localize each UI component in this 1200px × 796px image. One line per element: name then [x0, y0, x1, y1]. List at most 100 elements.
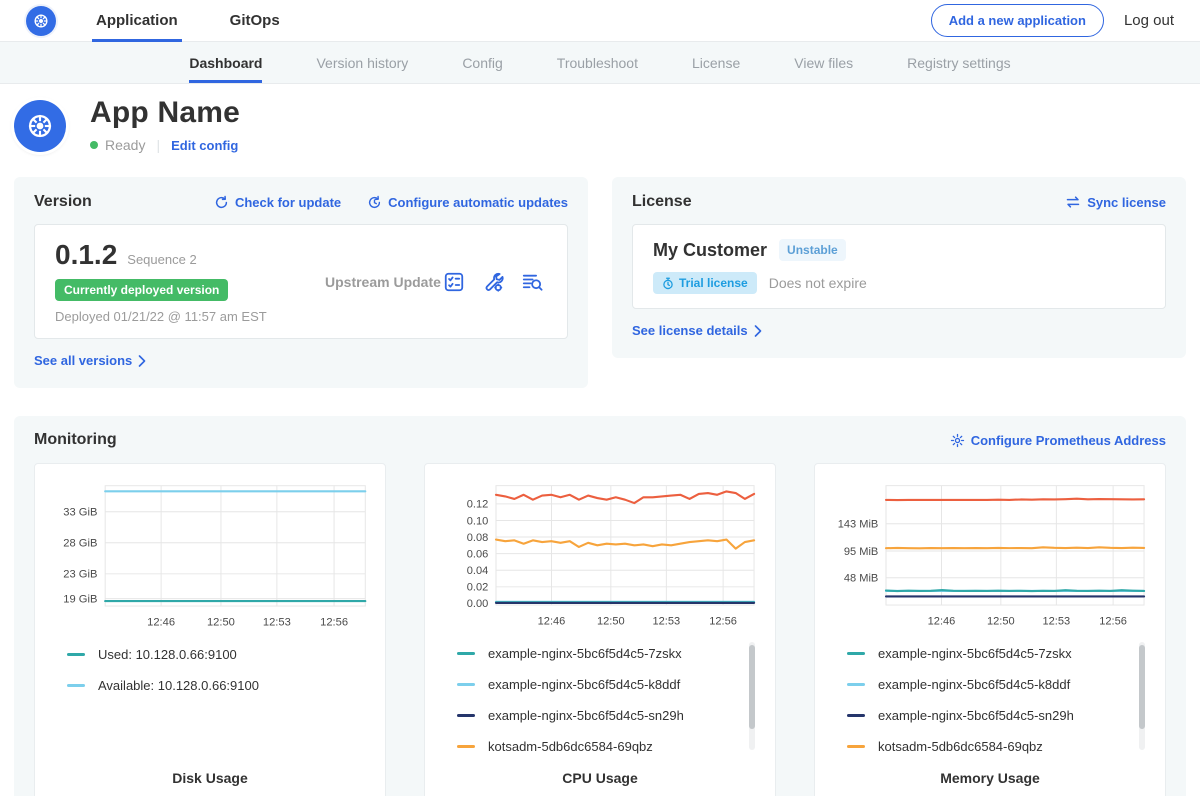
tab-application-label: Application	[96, 12, 178, 29]
svg-text:12:53: 12:53	[652, 615, 680, 627]
legend-label: kotsadm-5db6dc6584-69qbz	[878, 739, 1043, 754]
version-card-title: Version	[34, 193, 92, 211]
version-sequence: Sequence 2	[127, 252, 196, 267]
edit-config-link[interactable]: Edit config	[171, 138, 238, 153]
legend-color-dash	[67, 684, 85, 687]
tab-application[interactable]: Application	[92, 0, 182, 41]
legend-label: example-nginx-5bc6f5d4c5-sn29h	[488, 708, 684, 723]
subtab-license[interactable]: License	[692, 42, 740, 83]
deployed-badge: Currently deployed version	[55, 279, 228, 301]
legend-label: example-nginx-5bc6f5d4c5-7zskx	[878, 646, 1072, 661]
legend-scrollbar-thumb[interactable]	[749, 645, 755, 729]
license-card: License Sync license My Customer Unstabl…	[612, 177, 1186, 358]
legend-color-dash	[847, 683, 865, 686]
chevron-right-icon	[138, 355, 146, 367]
legend-color-dash	[457, 652, 475, 655]
license-card-title: License	[632, 193, 692, 211]
legend-scrollbar[interactable]	[1139, 642, 1145, 750]
svg-text:95 MiB: 95 MiB	[844, 546, 878, 558]
subtab-config[interactable]: Config	[462, 42, 502, 83]
chart-legend-memory-usage: example-nginx-5bc6f5d4c5-7zskx example-ng…	[847, 646, 1155, 770]
check-for-update-link[interactable]: Check for update	[214, 195, 341, 210]
configure-prometheus-link[interactable]: Configure Prometheus Address	[950, 433, 1166, 448]
logout-link[interactable]: Log out	[1124, 12, 1174, 29]
config-wrench-icon[interactable]	[482, 271, 504, 293]
svg-text:0.00: 0.00	[467, 598, 489, 610]
legend-color-dash	[457, 745, 475, 748]
legend-label: kotsadm-5db6dc6584-69qbz	[488, 739, 653, 754]
subtab-registry-settings[interactable]: Registry settings	[907, 42, 1010, 83]
subtab-dashboard[interactable]: Dashboard	[189, 42, 262, 83]
chart-plot-memory-usage: 143 MiB95 MiB48 MiB12:4612:5012:5312:56	[825, 476, 1155, 632]
legend-color-dash	[847, 652, 865, 655]
svg-text:48 MiB: 48 MiB	[844, 573, 878, 585]
legend-color-dash	[67, 653, 85, 656]
svg-text:12:50: 12:50	[987, 615, 1015, 627]
tab-gitops-label: GitOps	[230, 12, 280, 29]
legend-scrollbar[interactable]	[749, 642, 755, 750]
svg-text:0.10: 0.10	[467, 515, 489, 527]
add-application-button[interactable]: Add a new application	[931, 4, 1104, 37]
svg-text:12:50: 12:50	[207, 616, 235, 628]
chevron-right-icon	[754, 325, 762, 337]
svg-text:0.02: 0.02	[467, 582, 489, 594]
license-detail-row: My Customer Unstable Trial license Does …	[632, 224, 1166, 309]
svg-text:28 GiB: 28 GiB	[63, 538, 97, 550]
legend-label: example-nginx-5bc6f5d4c5-sn29h	[878, 708, 1074, 723]
kots-dashboard-page: Application GitOps Add a new application…	[0, 0, 1200, 796]
chart-legend-cpu-usage: example-nginx-5bc6f5d4c5-7zskx example-ng…	[457, 646, 765, 770]
svg-text:12:46: 12:46	[928, 615, 956, 627]
preflight-checks-icon[interactable]	[443, 271, 465, 293]
refresh-icon	[214, 195, 229, 210]
version-card: Version Check for update Configure autom…	[14, 177, 588, 388]
subtab-troubleshoot[interactable]: Troubleshoot	[557, 42, 638, 83]
gear-icon	[950, 433, 965, 448]
legend-item: example-nginx-5bc6f5d4c5-sn29h	[457, 708, 765, 723]
monitoring-card: Monitoring Configure Prometheus Address …	[14, 416, 1186, 796]
legend-label: example-nginx-5bc6f5d4c5-k8ddf	[878, 677, 1070, 692]
current-version-row: 0.1.2 Sequence 2 Currently deployed vers…	[34, 224, 568, 339]
legend-item: example-nginx-5bc6f5d4c5-7zskx	[457, 646, 765, 661]
deployed-timestamp: Deployed 01/21/22 @ 11:57 am EST	[55, 309, 325, 324]
channel-badge: Unstable	[779, 239, 846, 261]
sub-nav: Dashboard Version history Config Troublesho…	[0, 42, 1200, 84]
status-ready-dot	[90, 141, 98, 149]
legend-item: kotsadm-5db6dc6584-69qbz	[457, 739, 765, 754]
charts-row: 33 GiB28 GiB23 GiB19 GiB12:4612:5012:531…	[34, 463, 1166, 796]
see-license-details-link[interactable]: See license details	[632, 323, 762, 338]
configure-automatic-updates-link[interactable]: Configure automatic updates	[367, 195, 568, 210]
legend-item: Used: 10.128.0.66:9100	[67, 647, 375, 662]
svg-text:12:53: 12:53	[1042, 615, 1070, 627]
divider: |	[156, 137, 160, 153]
license-type-badge: Trial license	[653, 272, 757, 294]
chart-plot-disk-usage: 33 GiB28 GiB23 GiB19 GiB12:4612:5012:531…	[45, 476, 375, 633]
chart-title-disk-usage: Disk Usage	[45, 770, 375, 786]
top-nav: Application GitOps Add a new application…	[0, 0, 1200, 42]
chart-title-memory-usage: Memory Usage	[825, 770, 1155, 786]
license-expiry: Does not expire	[769, 275, 867, 291]
legend-item: example-nginx-5bc6f5d4c5-sn29h	[847, 708, 1155, 723]
svg-text:12:53: 12:53	[263, 616, 291, 628]
see-all-versions-link[interactable]: See all versions	[34, 353, 146, 368]
subtab-version-history[interactable]: Version history	[316, 42, 408, 83]
app-name-title: App Name	[90, 96, 240, 130]
svg-text:33 GiB: 33 GiB	[63, 507, 97, 519]
auto-update-clock-icon	[367, 195, 382, 210]
sync-license-link[interactable]: Sync license	[1065, 195, 1166, 210]
legend-item: Available: 10.128.0.66:9100	[67, 678, 375, 693]
svg-text:0.08: 0.08	[467, 532, 489, 544]
monitoring-title: Monitoring	[34, 431, 117, 449]
version-number: 0.1.2	[55, 239, 117, 271]
deploy-logs-icon[interactable]	[521, 271, 543, 293]
top-nav-right: Add a new application Log out	[931, 0, 1174, 41]
chart-card-disk-usage: 33 GiB28 GiB23 GiB19 GiB12:4612:5012:531…	[34, 463, 386, 796]
tab-gitops[interactable]: GitOps	[226, 0, 284, 41]
svg-text:0.06: 0.06	[467, 548, 489, 560]
kubernetes-logo-icon	[26, 6, 56, 36]
subtab-view-files[interactable]: View files	[794, 42, 853, 83]
legend-scrollbar-thumb[interactable]	[1139, 645, 1145, 729]
chart-card-memory-usage: 143 MiB95 MiB48 MiB12:4612:5012:5312:56e…	[814, 463, 1166, 796]
app-header: App Name Ready | Edit config	[0, 84, 1200, 169]
customer-name: My Customer	[653, 240, 767, 261]
chart-card-cpu-usage: 0.120.100.080.060.040.020.0012:4612:5012…	[424, 463, 776, 796]
